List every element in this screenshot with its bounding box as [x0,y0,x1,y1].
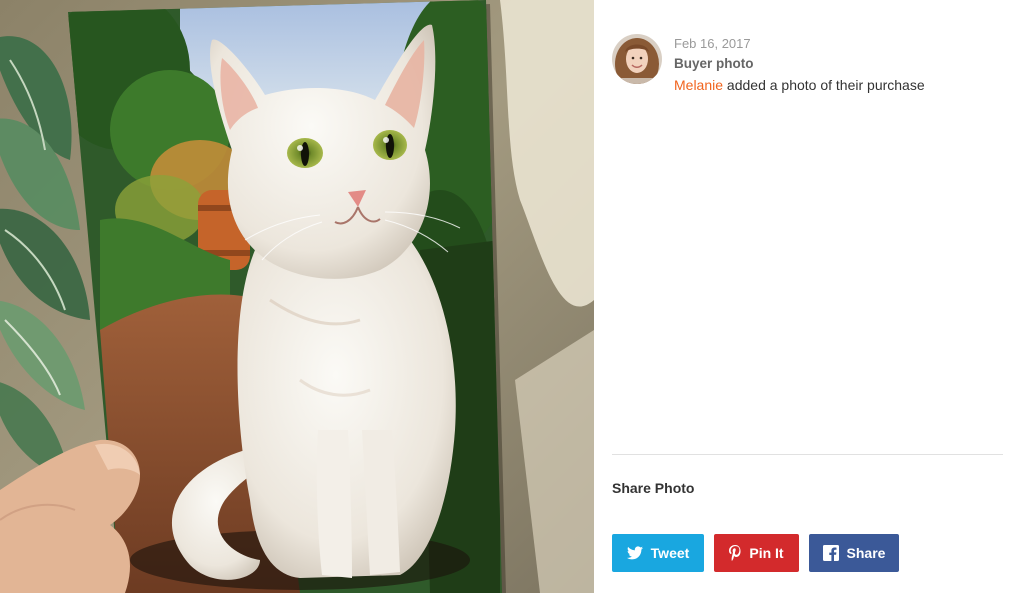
post-caption: Melanie added a photo of their purchase [674,76,1004,94]
twitter-bird-icon [626,546,643,560]
facebook-share-button[interactable]: Share [809,534,899,572]
pin-it-label: Pin It [749,545,784,561]
username-link[interactable]: Melanie [674,77,723,93]
caption-text: added a photo of their purchase [726,77,925,93]
facebook-share-label: Share [846,545,886,561]
post-date: Feb 16, 2017 [674,36,751,51]
facebook-f-icon [822,545,839,561]
share-buttons: Tweet Pin It Share [612,534,899,572]
post-kind: Buyer photo [674,56,754,71]
post-meta: Feb 16, 2017 Buyer photo Melanie added a… [674,36,1004,94]
avatar-image [612,34,662,84]
avatar[interactable] [612,34,662,84]
buyer-photo-image [0,0,594,593]
tweet-button[interactable]: Tweet [612,534,704,572]
divider [612,454,1003,455]
pinterest-p-icon [729,545,741,561]
share-title: Share Photo [612,480,695,496]
tweet-label: Tweet [650,545,690,561]
pin-it-button[interactable]: Pin It [714,534,799,572]
buyer-photo[interactable] [0,0,594,593]
